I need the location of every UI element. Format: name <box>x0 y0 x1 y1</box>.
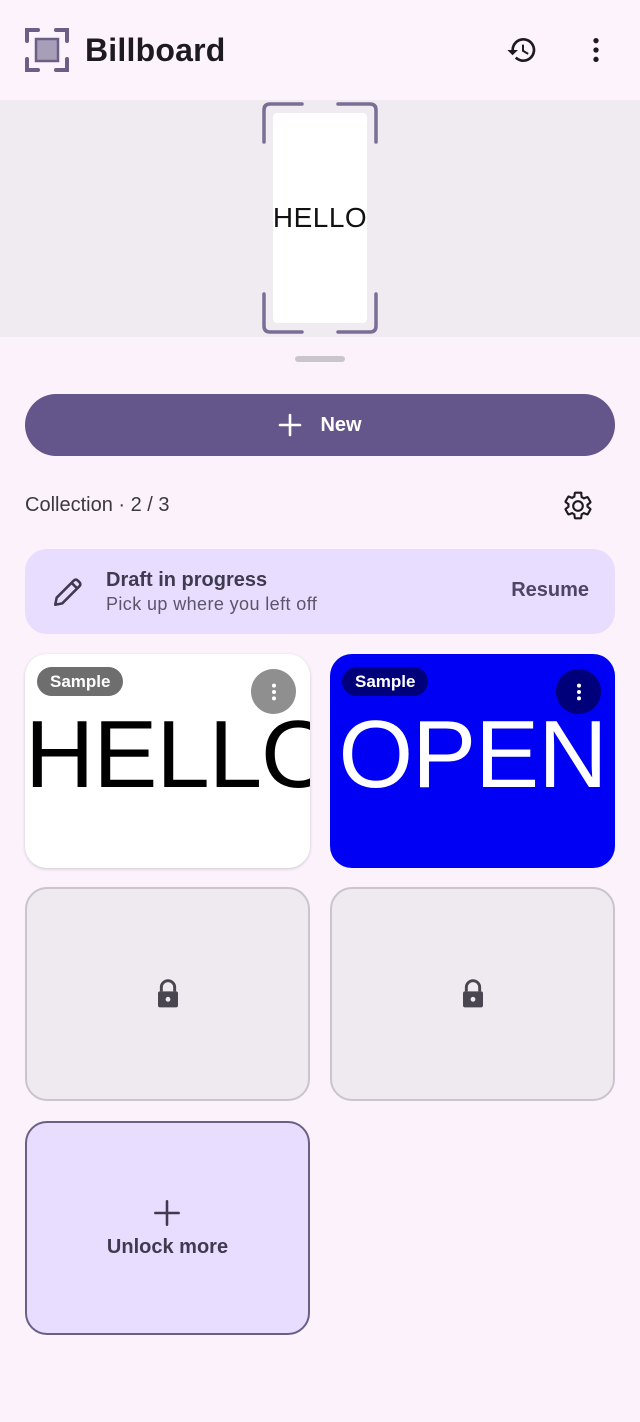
drag-handle[interactable] <box>295 356 345 362</box>
more-vertical-icon <box>593 38 599 62</box>
settings-button[interactable] <box>554 482 602 530</box>
resume-button[interactable]: Resume <box>511 579 589 602</box>
app-title: Billboard <box>85 32 226 68</box>
draft-title: Draft in progress <box>106 569 268 591</box>
history-icon <box>507 38 536 62</box>
unlock-more-label: Unlock more <box>106 1236 229 1258</box>
billboard-preview: HELLO <box>0 100 640 337</box>
tile-menu-button[interactable] <box>556 669 601 714</box>
collection-label: Collection · 2 / 3 <box>25 494 170 516</box>
history-button[interactable] <box>498 26 546 74</box>
preview-text: HELLO <box>272 202 368 233</box>
sample-badge: Sample <box>37 667 124 696</box>
locked-slot[interactable] <box>25 887 310 1101</box>
tile-menu-button[interactable] <box>251 669 296 714</box>
pencil-icon <box>53 578 82 607</box>
billboard-logo-icon <box>25 28 69 72</box>
sample-badge: Sample <box>342 667 429 696</box>
unlock-more-button[interactable] <box>25 1121 310 1335</box>
lock-icon <box>462 979 483 1008</box>
new-button-label: New <box>320 413 362 436</box>
locked-slot[interactable] <box>330 887 615 1101</box>
new-button[interactable]: New <box>25 394 615 456</box>
app-bar: Billboard <box>0 0 640 100</box>
draft-card[interactable]: Draft in progress Pick up where you left… <box>25 549 615 634</box>
plus-icon <box>279 413 302 437</box>
more-vertical-icon <box>576 683 581 700</box>
billboard-tile-hello[interactable]: HELLO Sample <box>25 654 310 868</box>
gear-icon <box>564 491 592 520</box>
billboard-tile-open[interactable]: OPEN Sample <box>330 654 615 868</box>
more-options-button[interactable] <box>572 26 620 74</box>
plus-icon <box>154 1200 180 1226</box>
preview-card[interactable]: HELLO <box>273 113 367 323</box>
more-vertical-icon <box>271 683 276 700</box>
lock-icon <box>157 979 178 1008</box>
draft-subtitle: Pick up where you left off <box>106 594 318 614</box>
